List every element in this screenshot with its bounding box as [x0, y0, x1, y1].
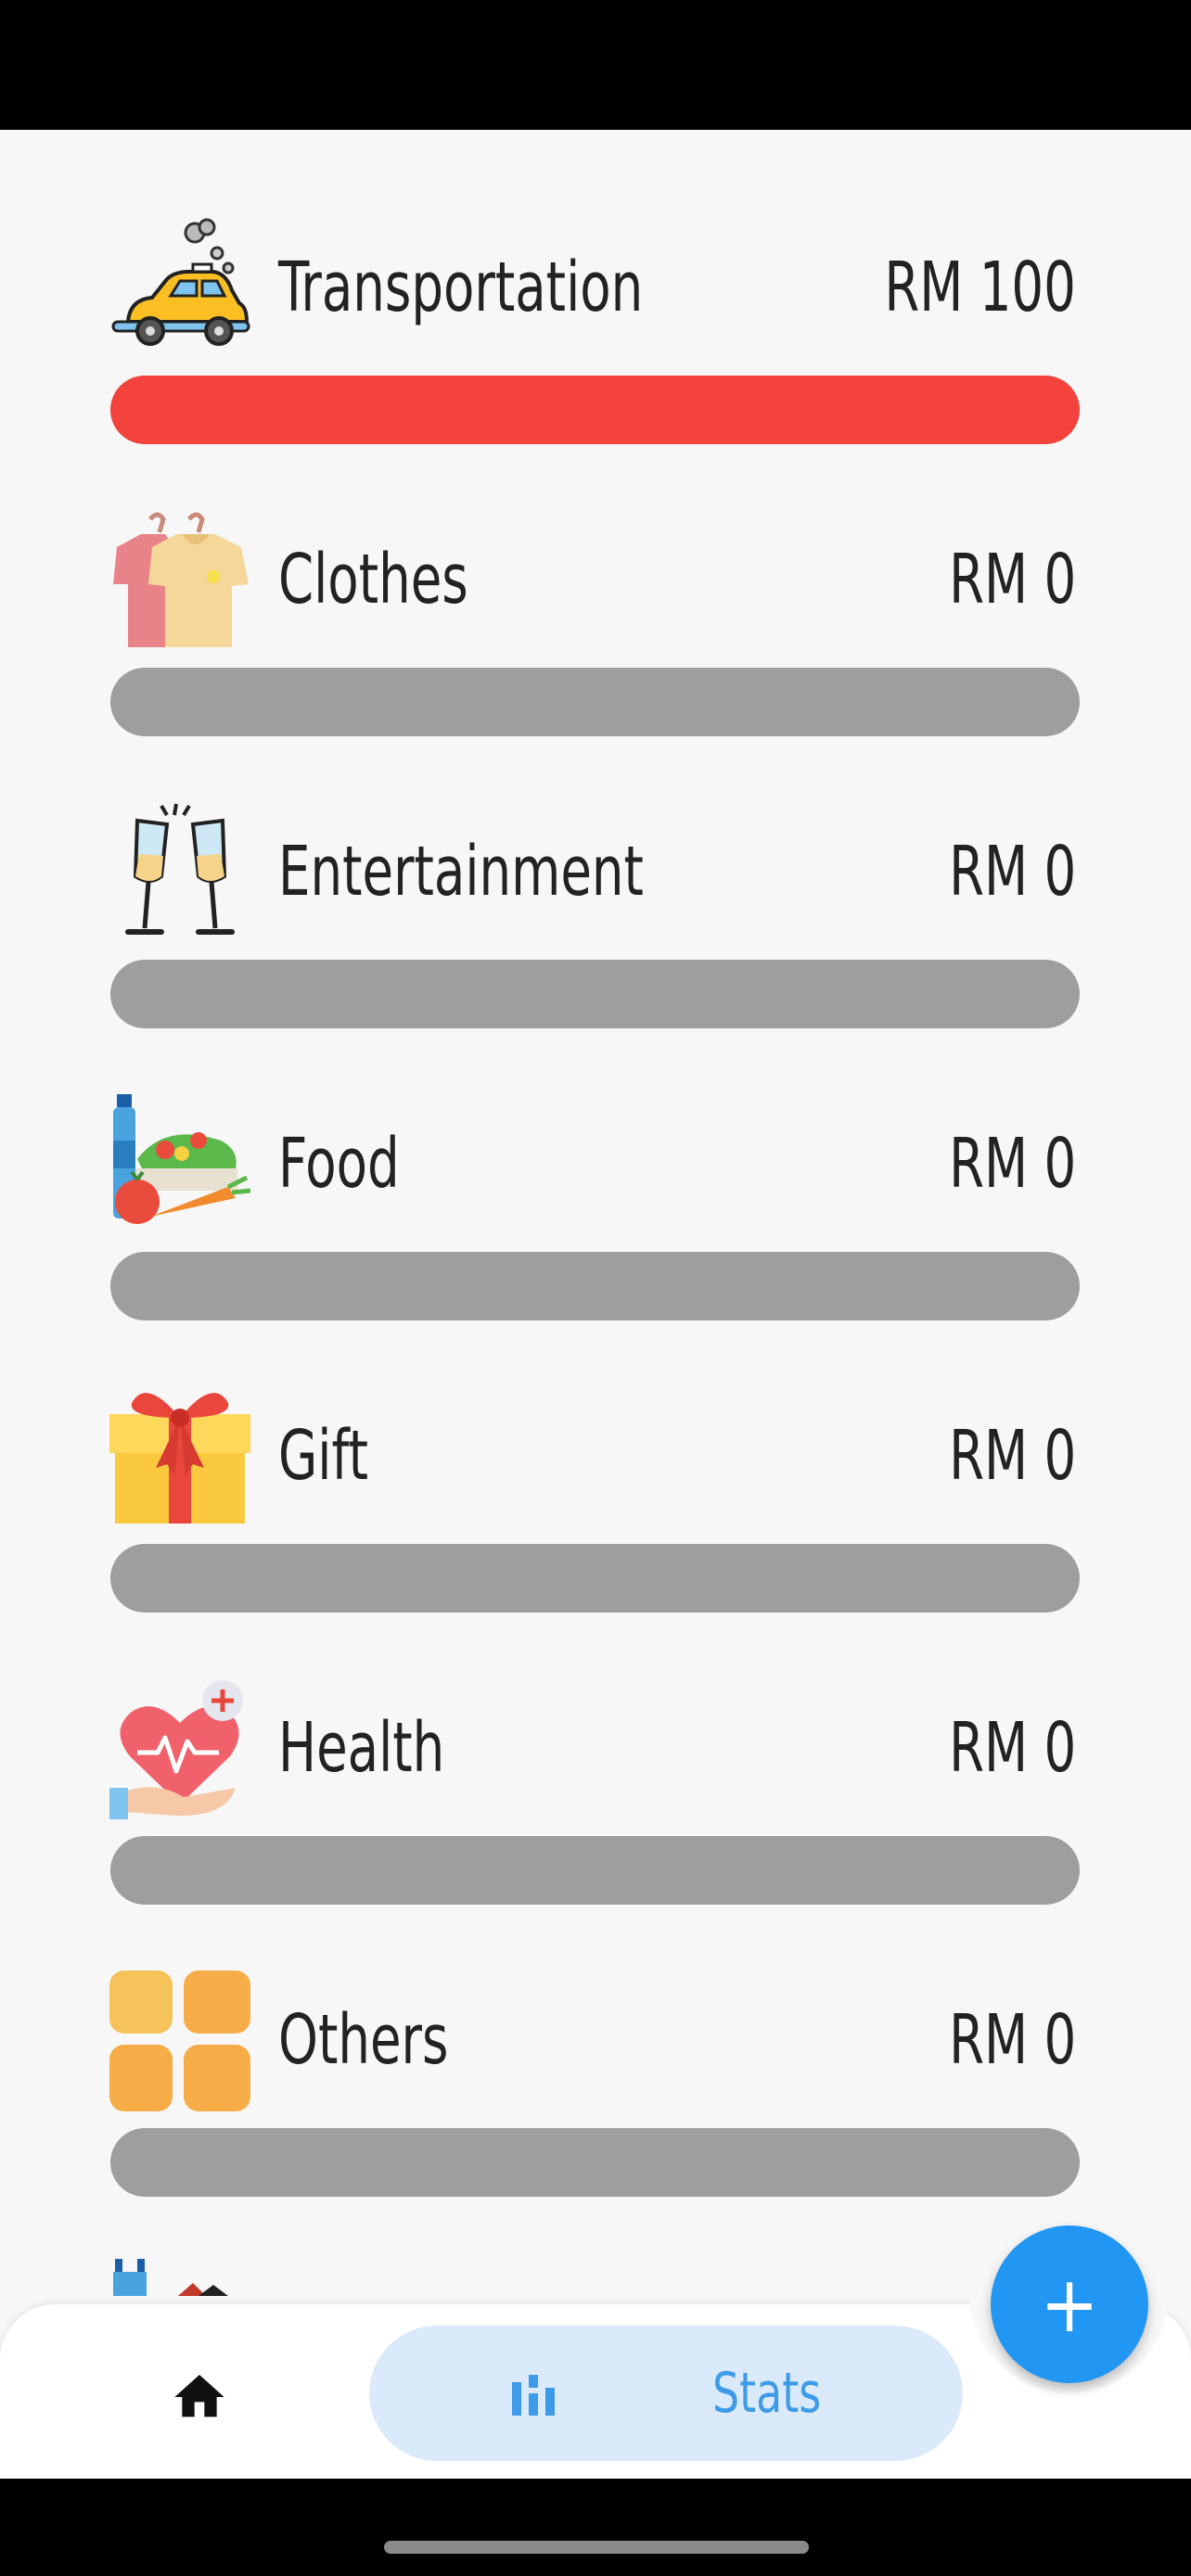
category-progress-bar — [110, 960, 1080, 1028]
category-name: Clothes — [278, 540, 468, 619]
category-row-food[interactable]: Food RM 0 — [0, 1094, 1191, 1386]
category-progress-bar — [110, 2128, 1080, 2197]
category-amount: RM 0 — [948, 832, 1076, 912]
grid-icon — [109, 1970, 250, 2111]
category-name: Food — [278, 1124, 400, 1204]
wine-glasses-icon — [109, 802, 250, 943]
category-name: Others — [278, 2000, 449, 2080]
category-amount: RM 0 — [948, 1124, 1076, 1204]
heart-hand-icon — [109, 1678, 250, 1819]
category-progress-bar — [110, 668, 1080, 736]
category-amount: RM 0 — [948, 1708, 1076, 1788]
category-progress-bar — [110, 1252, 1080, 1320]
category-row-clothes[interactable]: Clothes RM 0 — [0, 510, 1191, 802]
category-amount: RM 100 — [884, 248, 1076, 327]
category-row-gift[interactable]: Gift RM 0 — [0, 1386, 1191, 1678]
bar-chart-icon — [512, 2375, 555, 2416]
nav-home-button[interactable] — [158, 2355, 241, 2439]
home-icon — [174, 2375, 224, 2417]
category-progress-bar — [110, 376, 1080, 444]
category-row-entertainment[interactable]: Entertainment RM 0 — [0, 802, 1191, 1094]
next-category-icon — [109, 2259, 250, 2296]
tshirt-icon — [109, 510, 250, 651]
home-indicator[interactable] — [384, 2541, 809, 2554]
car-icon — [109, 218, 250, 359]
gift-icon — [109, 1386, 250, 1527]
category-name: Entertainment — [278, 832, 644, 912]
nav-stats-label: Stats — [712, 2361, 822, 2426]
category-name: Gift — [278, 1416, 369, 1496]
category-amount: RM 0 — [948, 1416, 1076, 1496]
category-name: Health — [278, 1708, 445, 1788]
category-progress-fill — [110, 376, 1080, 444]
category-progress-bar — [110, 1836, 1080, 1905]
category-row-transportation[interactable]: Transportation RM 100 — [0, 218, 1191, 510]
category-amount: RM 0 — [948, 2000, 1076, 2080]
nav-stats-tab[interactable]: Stats — [369, 2326, 963, 2461]
add-expense-button[interactable]: + — [991, 2225, 1148, 2383]
category-row-others[interactable]: Others RM 0 — [0, 1970, 1191, 2263]
category-list-screen: Transportation RM 100 Clothes RM 0 Enter… — [0, 130, 1191, 2479]
category-amount: RM 0 — [948, 540, 1076, 619]
category-progress-bar — [110, 1544, 1080, 1613]
category-name: Transportation — [278, 248, 644, 327]
category-row-health[interactable]: Health RM 0 — [0, 1678, 1191, 1970]
groceries-icon — [109, 1094, 250, 1235]
